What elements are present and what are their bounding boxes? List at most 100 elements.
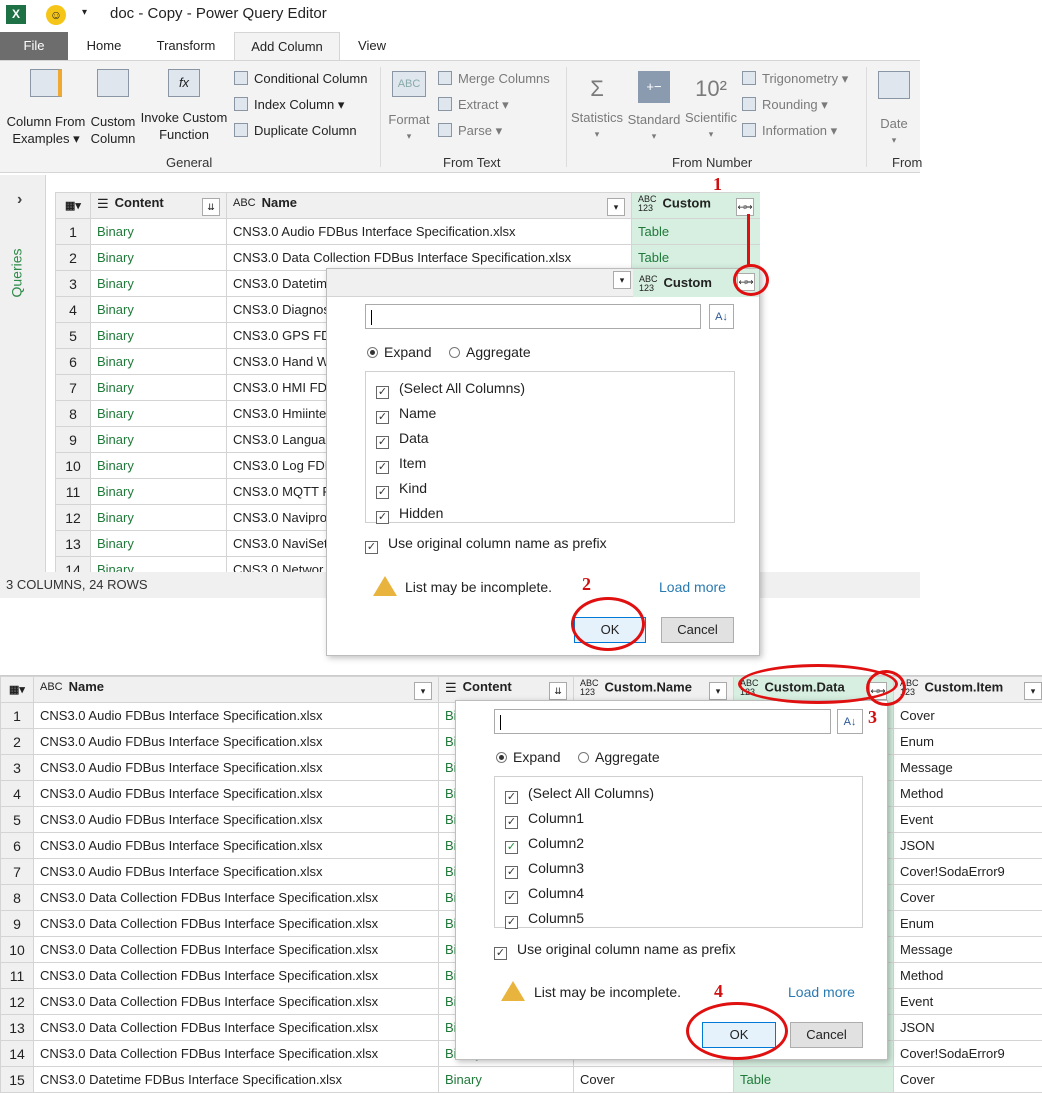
expand-radio[interactable]: Expand <box>367 344 431 360</box>
filter-dropdown-button[interactable]: ▾ <box>414 682 432 700</box>
cell-name[interactable]: CNS3.0 Data Collection FDBus Interface S… <box>33 884 439 911</box>
filter-dropdown-button[interactable]: ▾ <box>1024 682 1042 700</box>
cell-custom-item[interactable]: Method <box>893 962 1042 989</box>
cell-content[interactable]: Binary <box>90 374 227 401</box>
cell-content[interactable]: Binary <box>90 322 227 349</box>
cell-name[interactable]: CNS3.0 Data Collection FDBus Interface S… <box>33 988 439 1015</box>
row-number[interactable]: 4 <box>0 780 34 807</box>
smiley-icon[interactable]: ☺ <box>46 5 66 25</box>
cell-custom-item[interactable]: JSON <box>893 1014 1042 1041</box>
cell-name[interactable]: CNS3.0 Audio FDBus Interface Specificati… <box>33 754 439 781</box>
row-number[interactable]: 7 <box>55 374 91 401</box>
cell-name[interactable]: CNS3.0 Data Collection FDBus Interface S… <box>33 962 439 989</box>
row-number[interactable]: 11 <box>55 478 91 505</box>
conditional-column-button[interactable]: Conditional Column <box>234 70 367 87</box>
expand-column-button[interactable]: ↤↦ <box>736 198 754 216</box>
row-number[interactable]: 7 <box>0 858 34 885</box>
rounding-button[interactable]: Rounding ▾ <box>742 96 828 113</box>
row-number[interactable]: 5 <box>0 806 34 833</box>
cell-name[interactable]: CNS3.0 Datetime FDBus Interface Specific… <box>33 1066 439 1093</box>
row-number[interactable]: 14 <box>0 1040 34 1067</box>
trigonometry-button[interactable]: Trigonometry ▾ <box>742 70 848 87</box>
cell-custom-item[interactable]: Cover!SodaError9 <box>893 1040 1042 1067</box>
index-column-button[interactable]: Index Column ▾ <box>234 96 344 113</box>
date-button[interactable]: Date ▾ <box>872 71 916 149</box>
cell-content[interactable]: Binary <box>90 452 227 479</box>
aggregate-radio[interactable]: Aggregate <box>449 344 531 360</box>
cancel-button[interactable]: Cancel <box>661 617 734 643</box>
column-header-name[interactable]: ABC Name ▾ <box>33 676 439 703</box>
row-number[interactable]: 2 <box>0 728 34 755</box>
cell-custom-item[interactable]: Message <box>893 936 1042 963</box>
column-header-custom-name[interactable]: ABC 123 Custom.Name ▾ <box>573 676 734 703</box>
column-header-content[interactable]: ☰ Content ⇊ <box>90 192 227 219</box>
tab-add-column[interactable]: Add Column <box>234 32 340 61</box>
standard-button[interactable]: +− Standard ▾ <box>626 69 682 145</box>
prefix-checkbox[interactable]: ✓ Use original column name as prefix <box>365 535 607 554</box>
cell-custom-item[interactable]: Method <box>893 780 1042 807</box>
custom-column-button[interactable]: Custom Column <box>88 69 138 147</box>
column-search-input[interactable] <box>365 304 701 329</box>
format-button[interactable]: ABC Format ▾ <box>386 71 432 145</box>
filter-dropdown-button[interactable]: ▾ <box>709 682 727 700</box>
filter-dropdown-button[interactable]: ▾ <box>613 271 631 289</box>
checklist-item[interactable]: ✓ Kind <box>376 476 427 501</box>
cell-custom[interactable]: Table <box>631 218 760 245</box>
expand-binary-button[interactable]: ⇊ <box>202 198 220 216</box>
checklist-item[interactable]: ✓ Item <box>376 451 426 476</box>
row-number[interactable]: 4 <box>55 296 91 323</box>
row-number[interactable]: 13 <box>55 530 91 557</box>
cell-custom-item[interactable]: Enum <box>893 728 1042 755</box>
row-number[interactable]: 1 <box>0 702 34 729</box>
cell-custom-item[interactable]: Enum <box>893 910 1042 937</box>
cell-content[interactable]: Binary <box>90 426 227 453</box>
checklist-item[interactable]: ✓ Column2 <box>505 831 584 856</box>
cell-content[interactable]: Binary <box>90 478 227 505</box>
scientific-button[interactable]: 10² Scientific ▾ <box>684 69 738 143</box>
column-header-content[interactable]: ☰ Content ⇊ <box>438 676 574 703</box>
cell-custom-item[interactable]: Cover <box>893 702 1042 729</box>
merge-columns-button[interactable]: Merge Columns <box>438 70 550 87</box>
row-number[interactable]: 3 <box>55 270 91 297</box>
row-number[interactable]: 3 <box>0 754 34 781</box>
row-number[interactable]: 13 <box>0 1014 34 1041</box>
table-row[interactable]: 1 Binary CNS3.0 Audio FDBus Interface Spec… <box>55 218 760 245</box>
statistics-button[interactable]: Σ Statistics ▾ <box>570 69 624 143</box>
checklist-item[interactable]: ✓ (Select All Columns) <box>376 376 525 401</box>
row-number[interactable]: 9 <box>0 910 34 937</box>
checklist-item[interactable]: ✓ Column1 <box>505 806 584 831</box>
aggregate-radio[interactable]: Aggregate <box>578 749 660 765</box>
cell-name[interactable]: CNS3.0 Audio FDBus Interface Specificati… <box>33 832 439 859</box>
tab-view[interactable]: View <box>346 32 398 60</box>
cell-custom-item[interactable]: Event <box>893 806 1042 833</box>
cell-custom-data[interactable]: Table <box>733 1066 894 1093</box>
load-more-link[interactable]: Load more <box>788 984 855 1000</box>
checklist-item[interactable]: ✓ Column3 <box>505 856 584 881</box>
row-number[interactable]: 10 <box>0 936 34 963</box>
quick-access-dropdown-icon[interactable]: ▾ <box>82 7 87 18</box>
checklist-item[interactable]: ✓ Hidden <box>376 501 443 526</box>
cell-custom-item[interactable]: Cover!SodaError9 <box>893 858 1042 885</box>
cell-name[interactable]: CNS3.0 Data Collection FDBus Interface S… <box>226 244 632 271</box>
cell-content[interactable]: Binary <box>90 530 227 557</box>
cell-content[interactable]: Binary <box>90 296 227 323</box>
checklist-item[interactable]: ✓ (Select All Columns) <box>505 781 654 806</box>
tab-transform[interactable]: Transform <box>144 32 228 60</box>
invoke-custom-function-button[interactable]: fx Invoke Custom Function <box>140 69 228 143</box>
row-number[interactable]: 11 <box>0 962 34 989</box>
cell-name[interactable]: CNS3.0 Audio FDBus Interface Specificati… <box>33 702 439 729</box>
cancel-button[interactable]: Cancel <box>790 1022 863 1048</box>
column-header-custom-item[interactable]: ABC 123 Custom.Item ▾ <box>893 676 1042 703</box>
cell-custom-item[interactable]: Message <box>893 754 1042 781</box>
cell-custom-item[interactable]: JSON <box>893 832 1042 859</box>
row-number[interactable]: 12 <box>55 504 91 531</box>
row-number[interactable]: 5 <box>55 322 91 349</box>
row-number[interactable]: 1 <box>55 218 91 245</box>
tab-home[interactable]: Home <box>72 32 136 60</box>
sort-az-button[interactable]: A↓ <box>837 709 863 734</box>
sort-az-button[interactable]: A↓ <box>709 304 734 329</box>
extract-button[interactable]: Extract ▾ <box>438 96 509 113</box>
tab-file[interactable]: File <box>0 32 68 60</box>
row-number[interactable]: 8 <box>0 884 34 911</box>
cell-name[interactable]: CNS3.0 Data Collection FDBus Interface S… <box>33 1014 439 1041</box>
